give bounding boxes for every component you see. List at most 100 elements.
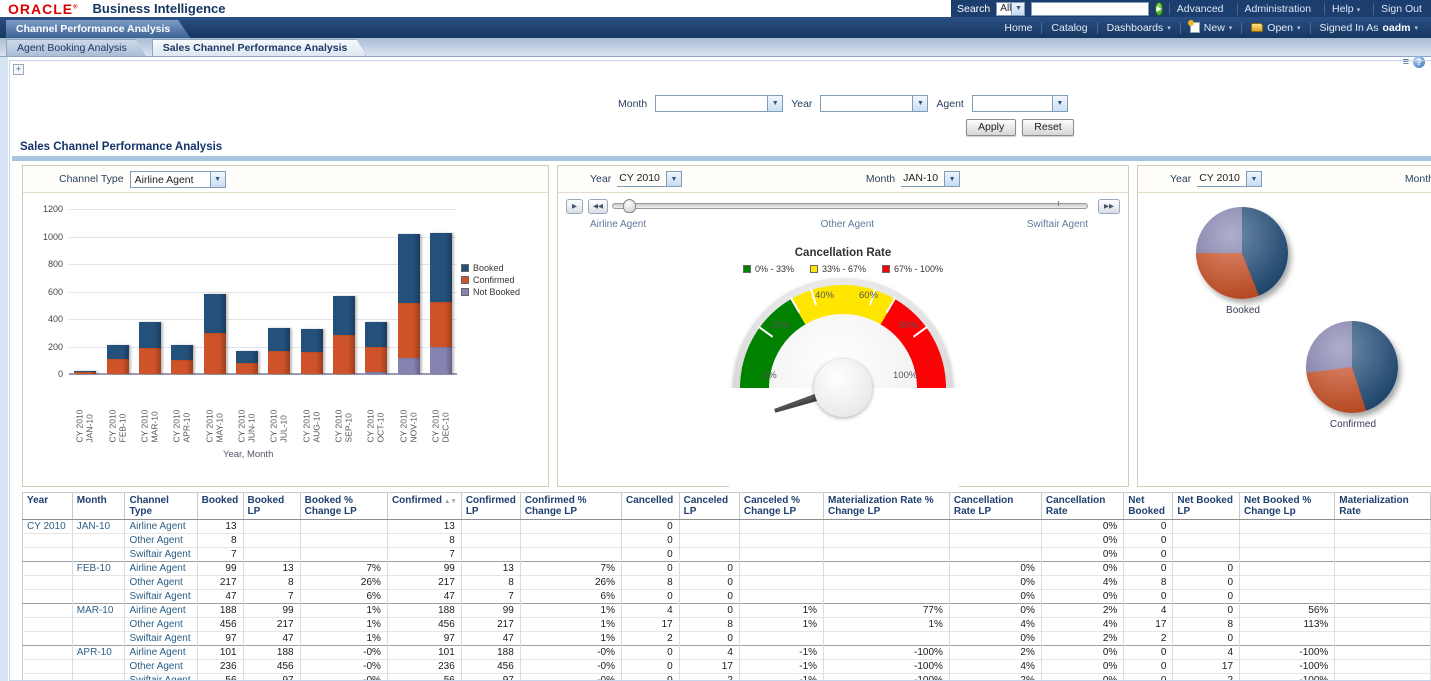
- dimension-cell[interactable]: Swiftair Agent: [125, 674, 197, 681]
- nav-catalog[interactable]: Catalog: [1041, 22, 1096, 34]
- bar-segment[interactable]: [268, 328, 290, 351]
- column-header-canceled-change-lp[interactable]: Canceled % Change LP: [739, 493, 823, 520]
- dimension-cell[interactable]: Swiftair Agent: [125, 632, 197, 646]
- apply-button[interactable]: Apply: [966, 119, 1016, 136]
- column-header-net-booked-change-lp[interactable]: Net Booked % Change Lp: [1240, 493, 1335, 520]
- bar-segment[interactable]: [333, 335, 355, 374]
- nav-home[interactable]: Home: [995, 22, 1041, 34]
- dashboard-page-tab[interactable]: Channel Performance Analysis: [6, 20, 190, 38]
- slider-play-icon[interactable]: ▶: [566, 199, 583, 214]
- tab-agent-booking-analysis[interactable]: Agent Booking Analysis: [6, 39, 146, 56]
- dimension-cell[interactable]: FEB-10: [72, 562, 125, 576]
- year-select[interactable]: CY 2010 ▼: [1197, 171, 1262, 187]
- bar-segment[interactable]: [398, 234, 420, 303]
- bar-segment[interactable]: [74, 372, 96, 374]
- bar-segment[interactable]: [204, 294, 226, 333]
- year-prompt-select[interactable]: ▼: [820, 95, 928, 112]
- bar-segment[interactable]: [139, 322, 161, 348]
- slider-next-icon[interactable]: ▶▶: [1098, 199, 1120, 214]
- column-header-canceled-lp[interactable]: Canceled LP: [679, 493, 739, 520]
- column-header-booked-lp[interactable]: Booked LP: [243, 493, 300, 520]
- dimension-cell[interactable]: Airline Agent: [125, 604, 197, 618]
- bar-segment[interactable]: [171, 345, 193, 359]
- slider-label-swiftair-agent[interactable]: Swiftair Agent: [1027, 219, 1088, 230]
- dimension-cell[interactable]: Airline Agent: [125, 562, 197, 576]
- bar-segment[interactable]: [74, 371, 96, 373]
- column-header-confirmed-change-lp[interactable]: Confirmed % Change LP: [520, 493, 621, 520]
- link-help[interactable]: Help ▾: [1324, 3, 1367, 15]
- month-prompt-select[interactable]: ▼: [655, 95, 783, 112]
- dimension-cell[interactable]: Airline Agent: [125, 646, 197, 660]
- nav-dashboards[interactable]: Dashboards ▾: [1097, 22, 1180, 34]
- bar-segment[interactable]: [430, 347, 452, 374]
- column-header-net-booked[interactable]: Net Booked: [1124, 493, 1173, 520]
- nav-new[interactable]: New ▾: [1180, 22, 1242, 34]
- bar-segment[interactable]: [398, 303, 420, 358]
- search-go-icon[interactable]: ▶: [1155, 2, 1162, 16]
- dimension-cell[interactable]: MAR-10: [72, 604, 125, 618]
- dimension-cell[interactable]: Other Agent: [125, 618, 197, 632]
- search-scope-select[interactable]: All ▼: [996, 2, 1025, 16]
- nav-open[interactable]: Open ▾: [1241, 22, 1309, 34]
- column-header-net-booked-lp[interactable]: Net Booked LP: [1173, 493, 1240, 520]
- dimension-cell[interactable]: APR-10: [72, 646, 125, 660]
- bar-segment[interactable]: [301, 329, 323, 352]
- bar-segment[interactable]: [139, 348, 161, 374]
- reset-button[interactable]: Reset: [1022, 119, 1073, 136]
- bar-segment[interactable]: [107, 345, 129, 359]
- column-header-channel-type[interactable]: Channel Type: [125, 493, 197, 520]
- dimension-cell[interactable]: Swiftair Agent: [125, 548, 197, 562]
- year-select[interactable]: CY 2010 ▼: [617, 171, 682, 187]
- column-header-materialization-rate-change-lp[interactable]: Materialization Rate % Change LP: [824, 493, 950, 520]
- dimension-cell[interactable]: Other Agent: [125, 660, 197, 674]
- tab-sales-channel-performance-analysis[interactable]: Sales Channel Performance Analysis: [152, 39, 367, 56]
- bar-segment[interactable]: [398, 358, 420, 374]
- booked-pie-chart[interactable]: [1196, 207, 1288, 299]
- slider-track[interactable]: [612, 203, 1088, 209]
- slider-prev-icon[interactable]: ◀◀: [588, 199, 608, 214]
- column-header-confirmed[interactable]: Confirmed▲▼: [387, 493, 461, 520]
- column-header-confirmed-lp[interactable]: Confirmed LP: [461, 493, 520, 520]
- agent-prompt-select[interactable]: ▼: [972, 95, 1068, 112]
- column-header-cancelled[interactable]: Cancelled: [622, 493, 680, 520]
- column-header-booked-change-lp[interactable]: Booked % Change LP: [300, 493, 387, 520]
- bar-segment[interactable]: [268, 351, 290, 374]
- dimension-cell[interactable]: Other Agent: [125, 534, 197, 548]
- bar-segment[interactable]: [301, 352, 323, 374]
- confirmed-pie-chart[interactable]: [1306, 321, 1398, 413]
- channel-type-select[interactable]: Airline Agent ▼: [130, 171, 226, 188]
- slider-thumb[interactable]: [623, 199, 636, 213]
- bar-segment[interactable]: [236, 363, 258, 374]
- column-header-year[interactable]: Year: [23, 493, 73, 520]
- column-header-materialization-rate[interactable]: Materialization Rate: [1335, 493, 1431, 520]
- bar-segment[interactable]: [204, 333, 226, 374]
- slider-label-other-agent[interactable]: Other Agent: [821, 219, 874, 230]
- column-header-month[interactable]: Month: [72, 493, 125, 520]
- dimension-cell[interactable]: Swiftair Agent: [125, 590, 197, 604]
- bar-segment[interactable]: [171, 360, 193, 374]
- signed-in-menu[interactable]: Signed In As oadm ▾: [1310, 22, 1428, 34]
- slider-label-airline-agent[interactable]: Airline Agent: [590, 219, 646, 230]
- link-administration[interactable]: Administration: [1237, 3, 1319, 15]
- dimension-cell[interactable]: Airline Agent: [125, 520, 197, 534]
- sort-icons[interactable]: ▲▼: [444, 498, 457, 505]
- column-header-booked[interactable]: Booked: [197, 493, 243, 520]
- month-select[interactable]: JAN-10 ▼: [901, 171, 960, 187]
- bar-segment[interactable]: [333, 296, 355, 335]
- dimension-cell[interactable]: CY 2010: [23, 520, 73, 534]
- bar-segment[interactable]: [430, 233, 452, 302]
- bar-segment[interactable]: [236, 351, 258, 363]
- bar-segment[interactable]: [365, 322, 387, 347]
- collapse-section-icon[interactable]: +: [13, 64, 24, 75]
- link-sign-out[interactable]: Sign Out: [1373, 3, 1429, 15]
- link-advanced[interactable]: Advanced: [1169, 3, 1231, 15]
- bar-segment[interactable]: [365, 347, 387, 372]
- bar-segment[interactable]: [430, 302, 452, 347]
- bar-segment[interactable]: [365, 372, 387, 374]
- column-header-cancellation-rate[interactable]: Cancellation Rate: [1041, 493, 1123, 520]
- column-header-cancellation-rate-lp[interactable]: Cancellation Rate LP: [949, 493, 1041, 520]
- dimension-cell[interactable]: JAN-10: [72, 520, 125, 534]
- bar-segment[interactable]: [107, 359, 129, 374]
- dimension-cell[interactable]: Other Agent: [125, 576, 197, 590]
- search-input[interactable]: [1031, 2, 1149, 16]
